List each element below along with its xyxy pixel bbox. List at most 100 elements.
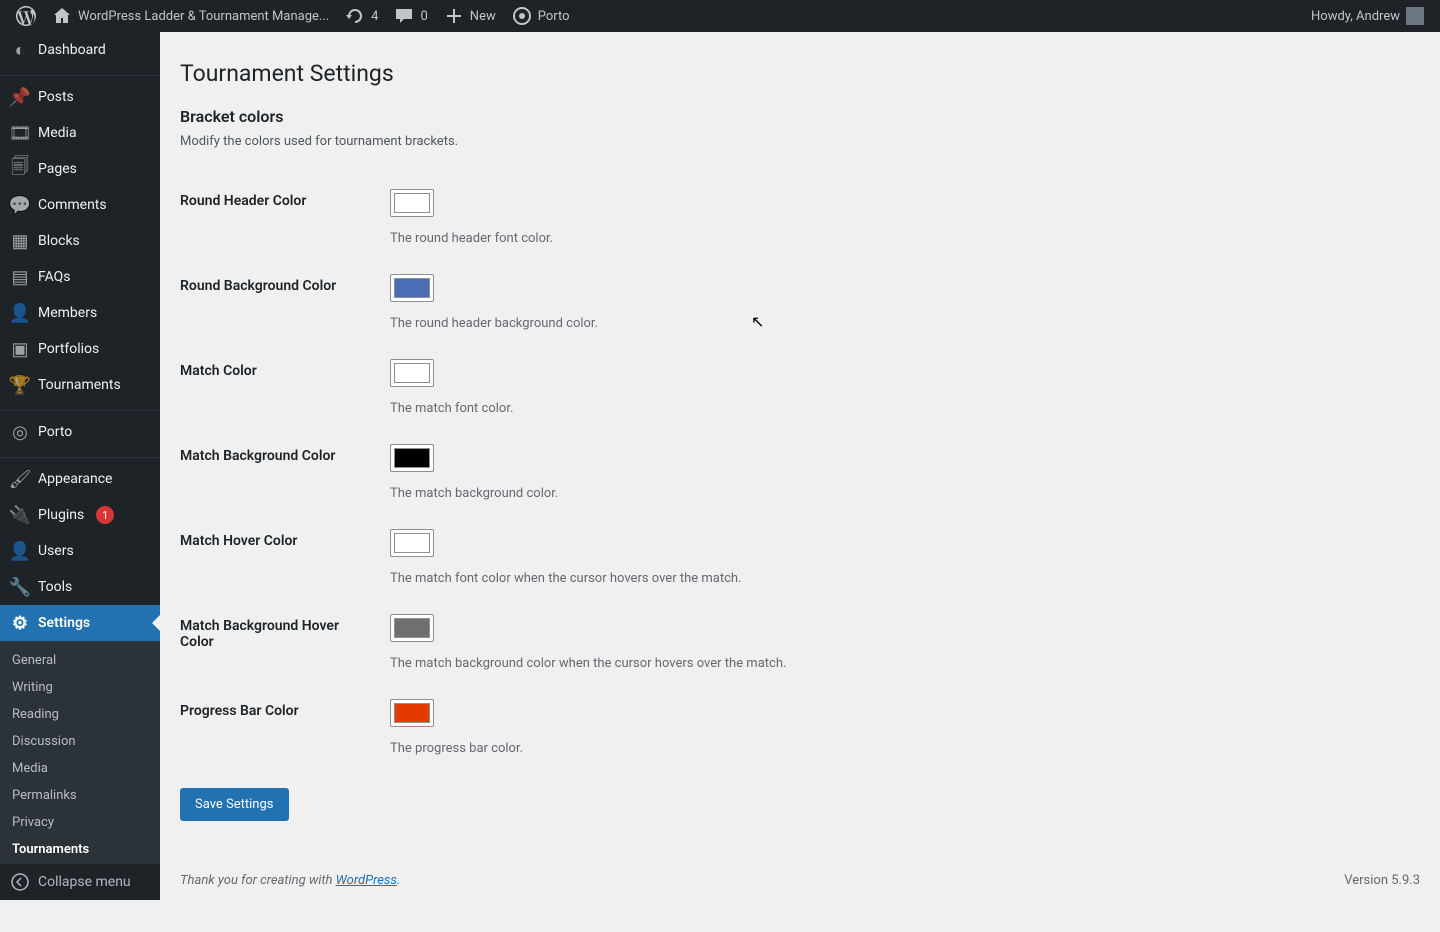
sidebar-item-pages[interactable]: 🗐Pages bbox=[0, 151, 160, 187]
field-desc: The match background color. bbox=[390, 486, 1410, 501]
sidebar-item-media[interactable]: 🎞 Media bbox=[0, 115, 160, 151]
sidebar: ◐Dashboard 📌 Posts 🎞 Media 🗐Pages💬Comments▦Bl… bbox=[0, 32, 160, 900]
howdy-text: Howdy, Andrew bbox=[1311, 9, 1400, 24]
comment-icon bbox=[394, 6, 414, 26]
collapse-icon bbox=[10, 872, 30, 892]
collapse-label: Collapse menu bbox=[38, 874, 131, 890]
version-text: Version 5.9.3 bbox=[1344, 873, 1420, 888]
sidebar-item-label: Comments bbox=[38, 197, 107, 213]
color-swatch bbox=[394, 193, 430, 213]
field-row: Round Background Color The round header … bbox=[180, 260, 1420, 345]
field-desc: The progress bar color. bbox=[390, 741, 1410, 756]
color-picker[interactable] bbox=[390, 614, 434, 642]
field-label: Round Header Color bbox=[180, 175, 380, 260]
plug-icon: 🔌 bbox=[10, 505, 30, 525]
submenu-item-media[interactable]: Media bbox=[0, 755, 160, 782]
settings-table: Round Header Color The round header font… bbox=[180, 175, 1420, 770]
sidebar-item-members[interactable]: 👤Members bbox=[0, 295, 160, 331]
sidebar-item-appearance[interactable]: 🖌Appearance bbox=[0, 461, 160, 497]
sidebar-item-label: Settings bbox=[38, 615, 90, 631]
comments-link[interactable]: 0 bbox=[386, 0, 435, 32]
avatar bbox=[1406, 7, 1424, 25]
submenu-item-discussion[interactable]: Discussion bbox=[0, 728, 160, 755]
sidebar-item-label: Tools bbox=[38, 579, 72, 595]
color-swatch bbox=[394, 618, 430, 638]
sidebar-item-settings[interactable]: ⚙Settings bbox=[0, 605, 160, 641]
sidebar-item-portfolios[interactable]: ▣ Portfolios bbox=[0, 331, 160, 367]
sidebar-item-label: Plugins bbox=[38, 507, 84, 523]
color-picker[interactable] bbox=[390, 274, 434, 302]
sidebar-item-tournaments[interactable]: 🏆Tournaments bbox=[0, 367, 160, 403]
sidebar-item-label: Appearance bbox=[38, 471, 112, 487]
comments-count: 0 bbox=[420, 9, 427, 24]
sidebar-item-users[interactable]: 👤Users bbox=[0, 533, 160, 569]
sidebar-item-label: FAQs bbox=[38, 269, 71, 285]
wp-logo[interactable] bbox=[8, 0, 44, 32]
porto-icon bbox=[512, 6, 532, 26]
sidebar-item-label: Media bbox=[38, 125, 77, 141]
new-label: New bbox=[470, 9, 496, 24]
sidebar-item-label: Posts bbox=[38, 89, 74, 105]
submenu-item-tournaments[interactable]: Tournaments bbox=[0, 836, 160, 863]
submenu-item-privacy[interactable]: Privacy bbox=[0, 809, 160, 836]
sidebar-item-dashboard[interactable]: ◐Dashboard bbox=[0, 32, 160, 68]
page-icon: 🗐 bbox=[10, 159, 30, 179]
porto-link[interactable]: Porto bbox=[504, 0, 578, 32]
collapse-menu[interactable]: Collapse menu bbox=[0, 863, 160, 900]
menu-separator bbox=[0, 406, 160, 411]
porto-label: Porto bbox=[538, 9, 570, 24]
field-label: Match Background Hover Color bbox=[180, 600, 380, 685]
adminbar-right: Howdy, Andrew bbox=[1303, 0, 1432, 32]
color-picker[interactable] bbox=[390, 359, 434, 387]
field-label: Round Background Color bbox=[180, 260, 380, 345]
submenu-item-reading[interactable]: Reading bbox=[0, 701, 160, 728]
block-icon: ▦ bbox=[10, 231, 30, 251]
update-icon bbox=[345, 6, 365, 26]
wordpress-icon bbox=[16, 6, 36, 26]
footer-thanks: Thank you for creating with WordPress. bbox=[180, 873, 400, 888]
sidebar-item-tools[interactable]: 🔧Tools bbox=[0, 569, 160, 605]
sidebar-item-posts[interactable]: 📌 Posts bbox=[0, 79, 160, 115]
pin-icon: 📌 bbox=[10, 87, 30, 107]
portfolio-icon: ▣ bbox=[10, 339, 30, 359]
sidebar-item-blocks[interactable]: ▦Blocks bbox=[0, 223, 160, 259]
menu-separator bbox=[0, 453, 160, 458]
submenu-item-general[interactable]: General bbox=[0, 647, 160, 674]
updates-link[interactable]: 4 bbox=[337, 0, 386, 32]
field-row: Progress Bar Color The progress bar colo… bbox=[180, 685, 1420, 770]
site-name: WordPress Ladder & Tournament Manage... bbox=[78, 9, 329, 24]
submenu-item-permalinks[interactable]: Permalinks bbox=[0, 782, 160, 809]
content: Tournament Settings Bracket colors Modif… bbox=[160, 32, 1440, 900]
color-picker[interactable] bbox=[390, 529, 434, 557]
user-link[interactable]: Howdy, Andrew bbox=[1303, 0, 1432, 32]
updates-count: 4 bbox=[371, 9, 378, 24]
color-swatch bbox=[394, 448, 430, 468]
color-picker[interactable] bbox=[390, 189, 434, 217]
field-desc: The match background color when the curs… bbox=[390, 656, 1410, 671]
section-desc: Modify the colors used for tournament br… bbox=[180, 134, 1420, 149]
save-button[interactable]: Save Settings bbox=[180, 788, 289, 821]
sidebar-item-label: Members bbox=[38, 305, 97, 321]
sidebar-item-label: Portfolios bbox=[38, 341, 99, 357]
field-label: Match Background Color bbox=[180, 430, 380, 515]
field-desc: The round header background color. bbox=[390, 316, 1410, 331]
color-picker[interactable] bbox=[390, 699, 434, 727]
sidebar-item-plugins[interactable]: 🔌Plugins1 bbox=[0, 497, 160, 533]
new-link[interactable]: New bbox=[436, 0, 504, 32]
user-icon: 👤 bbox=[10, 541, 30, 561]
field-row: Match Background Hover Color The match b… bbox=[180, 600, 1420, 685]
wordpress-link[interactable]: WordPress bbox=[336, 873, 397, 888]
site-link[interactable]: WordPress Ladder & Tournament Manage... bbox=[44, 0, 337, 32]
field-row: Match Background Color The match backgro… bbox=[180, 430, 1420, 515]
field-desc: The match font color. bbox=[390, 401, 1410, 416]
field-desc: The match font color when the cursor hov… bbox=[390, 571, 1410, 586]
field-label: Match Color bbox=[180, 345, 380, 430]
submenu-item-writing[interactable]: Writing bbox=[0, 674, 160, 701]
sidebar-item-porto[interactable]: ◎Porto bbox=[0, 414, 160, 450]
media-icon: 🎞 bbox=[10, 123, 30, 143]
sidebar-item-comments[interactable]: 💬Comments bbox=[0, 187, 160, 223]
sidebar-item-faqs[interactable]: ▤FAQs bbox=[0, 259, 160, 295]
color-picker[interactable] bbox=[390, 444, 434, 472]
sidebar-item-label: Dashboard bbox=[38, 42, 106, 58]
sidebar-item-label: Porto bbox=[38, 424, 72, 440]
